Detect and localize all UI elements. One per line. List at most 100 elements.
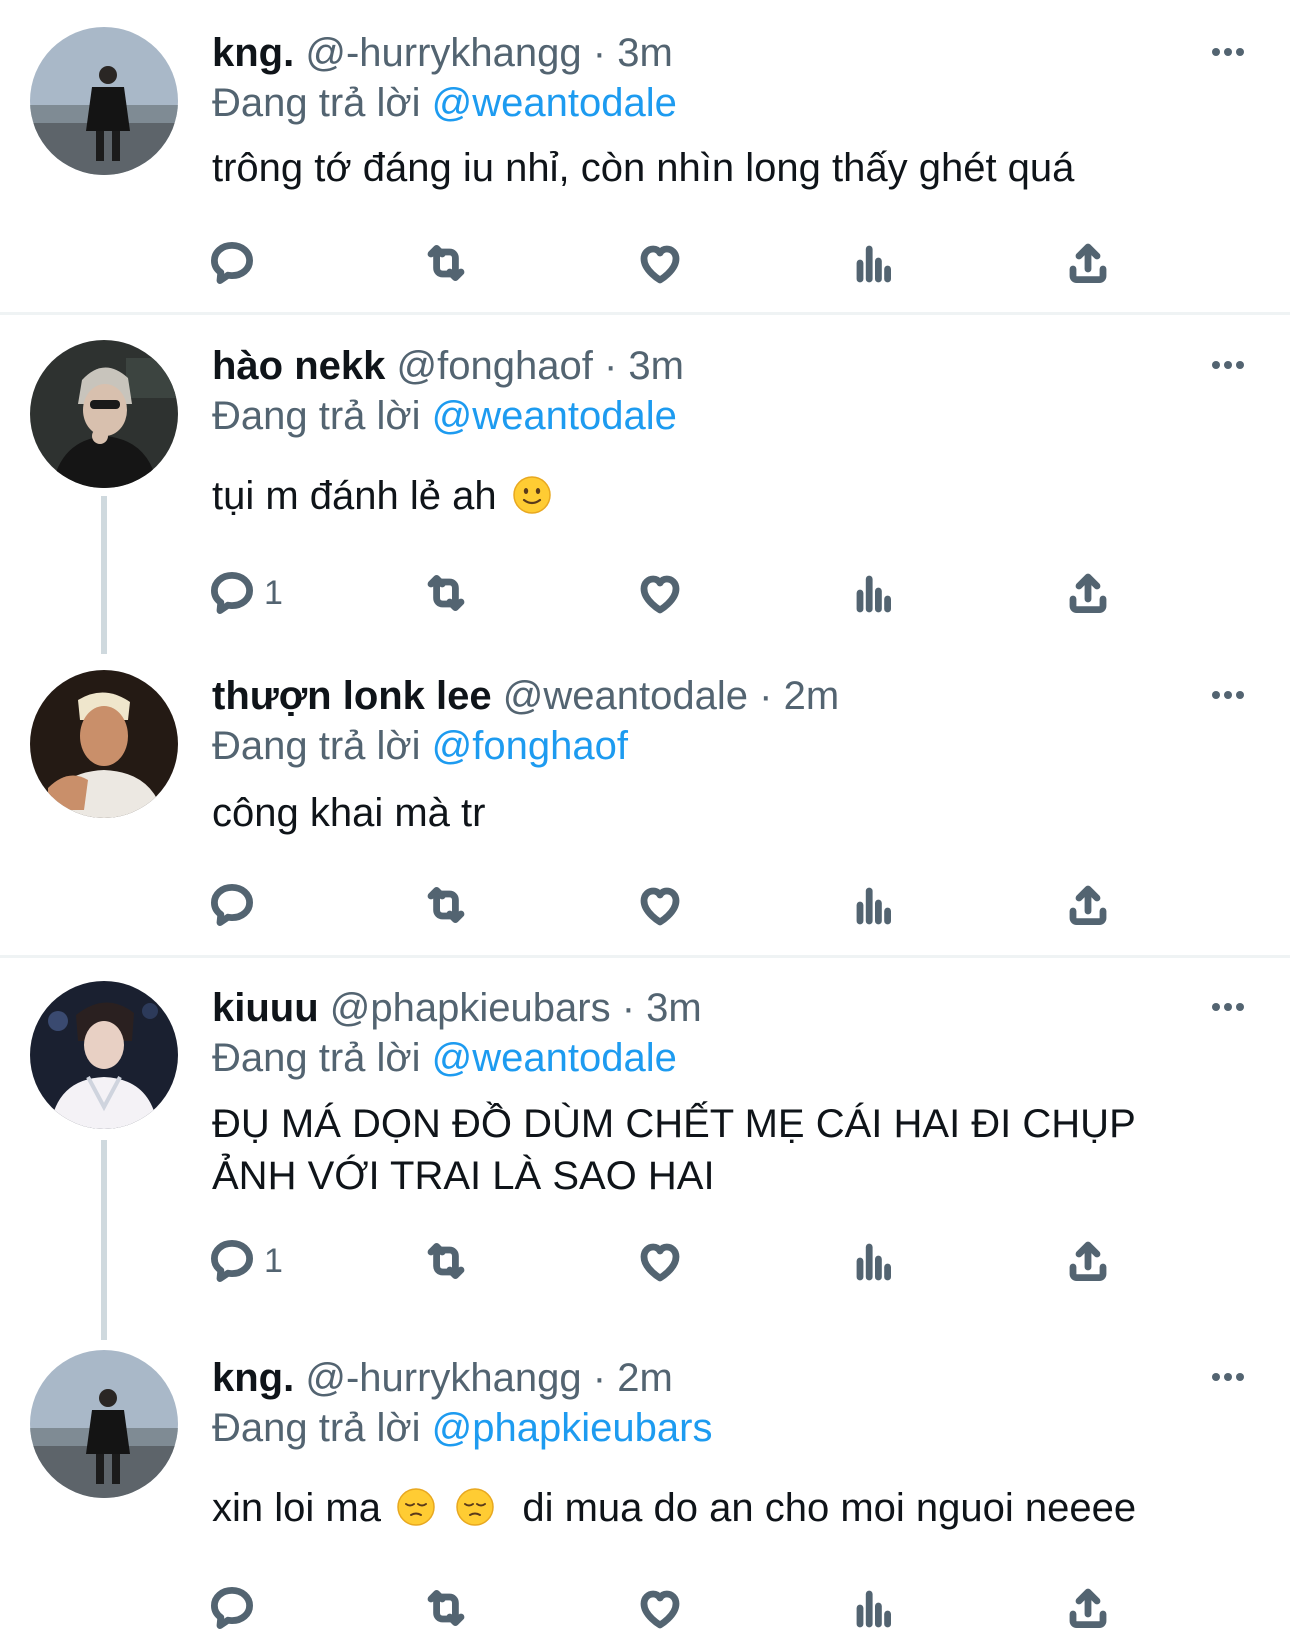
more-icon[interactable] <box>1208 997 1248 1017</box>
timestamp[interactable]: 3m <box>646 986 702 1030</box>
like-button[interactable] <box>636 235 684 291</box>
pensive-face-icon <box>456 1488 494 1526</box>
tweet[interactable]: hào nekk @fonghaof · 3m Đang trả lời @we… <box>0 315 1290 645</box>
views-icon <box>850 569 898 617</box>
reply-button[interactable] <box>208 235 264 291</box>
user-handle[interactable]: @-hurrykhangg <box>305 31 581 75</box>
avatar[interactable] <box>30 27 178 175</box>
user-handle[interactable]: @-hurrykhangg <box>305 1356 581 1400</box>
mention-link[interactable]: @fonghaof <box>432 724 628 768</box>
separator: · <box>759 674 773 718</box>
like-button[interactable] <box>636 565 684 621</box>
replying-to: Đang trả lời @fonghaof <box>212 724 628 768</box>
timestamp[interactable]: 2m <box>784 674 840 718</box>
retweet-icon <box>422 1237 470 1285</box>
share-button[interactable] <box>1064 877 1112 933</box>
retweet-button[interactable] <box>422 565 470 621</box>
more-icon[interactable] <box>1208 355 1248 375</box>
replying-to: Đang trả lời @weantodale <box>212 394 677 438</box>
share-icon <box>1064 1237 1112 1285</box>
mention-link[interactable]: @weantodale <box>432 1036 677 1080</box>
share-button[interactable] <box>1064 1233 1112 1289</box>
retweet-button[interactable] <box>422 1233 470 1289</box>
avatar[interactable] <box>30 981 178 1129</box>
replying-to: Đang trả lời @phapkieubars <box>212 1406 713 1450</box>
timestamp[interactable]: 3m <box>628 344 684 388</box>
display-name[interactable]: kiuuu <box>212 986 319 1030</box>
display-name[interactable]: hào nekk <box>212 344 385 388</box>
retweet-icon <box>422 239 470 287</box>
views-button[interactable] <box>850 235 898 291</box>
more-icon[interactable] <box>1208 685 1248 705</box>
reply-button[interactable] <box>208 877 264 933</box>
like-icon <box>636 1584 684 1632</box>
retweet-button[interactable] <box>422 1580 470 1636</box>
display-name[interactable]: kng. <box>212 31 294 75</box>
avatar[interactable] <box>30 340 178 488</box>
like-icon <box>636 239 684 287</box>
share-icon <box>1064 1584 1112 1632</box>
views-icon <box>850 239 898 287</box>
avatar[interactable] <box>30 1350 178 1498</box>
separator: · <box>603 344 618 388</box>
like-button[interactable] <box>636 1580 684 1636</box>
action-bar <box>208 1580 1128 1636</box>
views-icon <box>850 1584 898 1632</box>
retweet-icon <box>422 1584 470 1632</box>
share-button[interactable] <box>1064 235 1112 291</box>
retweet-button[interactable] <box>422 235 470 291</box>
tweet[interactable]: kiuuu @phapkieubars · 3m Đang trả lời @w… <box>0 958 1290 1330</box>
reply-button[interactable]: 1 <box>208 1233 283 1289</box>
timestamp[interactable]: 2m <box>617 1356 673 1400</box>
user-handle[interactable]: @weantodale <box>503 674 748 718</box>
avatar[interactable] <box>30 670 178 818</box>
share-button[interactable] <box>1064 1580 1112 1636</box>
display-name[interactable]: thượn lonk lee <box>212 674 492 718</box>
share-icon <box>1064 881 1112 929</box>
mention-link[interactable]: @phapkieubars <box>432 1406 713 1450</box>
action-bar <box>208 235 1128 291</box>
share-icon <box>1064 569 1112 617</box>
more-icon[interactable] <box>1208 1367 1248 1387</box>
replying-to: Đang trả lời @weantodale <box>212 1036 677 1080</box>
views-button[interactable] <box>850 877 898 933</box>
replying-to: Đang trả lời @weantodale <box>212 81 677 125</box>
views-button[interactable] <box>850 1580 898 1636</box>
reply-icon <box>208 239 256 287</box>
views-button[interactable] <box>850 1233 898 1289</box>
tweet[interactable]: kng. @-hurrykhangg · 3m Đang trả lời @we… <box>0 0 1290 298</box>
share-icon <box>1064 239 1112 287</box>
slightly-smiling-face-icon <box>513 476 551 514</box>
tweet-text: trông tớ đáng iu nhỉ, còn nhìn long thấy… <box>212 146 1075 190</box>
retweet-button[interactable] <box>422 877 470 933</box>
mention-link[interactable]: @weantodale <box>432 81 677 125</box>
retweet-icon <box>422 569 470 617</box>
share-button[interactable] <box>1064 565 1112 621</box>
like-button[interactable] <box>636 877 684 933</box>
reply-icon <box>208 1584 256 1632</box>
reply-icon <box>208 881 256 929</box>
tweet[interactable]: thượn lonk lee @weantodale · 2m Đang trả… <box>0 645 1290 950</box>
timestamp[interactable]: 3m <box>617 31 673 75</box>
more-icon[interactable] <box>1208 42 1248 62</box>
display-name[interactable]: kng. <box>212 1356 294 1400</box>
reply-button[interactable] <box>208 1580 264 1636</box>
tweet[interactable]: kng. @-hurrykhangg · 2m Đang trả lời @ph… <box>0 1330 1290 1645</box>
mention-link[interactable]: @weantodale <box>432 394 677 438</box>
like-icon <box>636 1237 684 1285</box>
tweet-text: tụi m đánh lẻ ah <box>212 470 1212 522</box>
views-button[interactable] <box>850 565 898 621</box>
retweet-icon <box>422 881 470 929</box>
action-bar: 1 <box>208 565 1128 621</box>
separator: · <box>592 1356 607 1400</box>
user-handle[interactable]: @fonghaof <box>397 344 593 388</box>
separator: · <box>592 31 607 75</box>
reply-count: 1 <box>264 573 283 612</box>
action-bar: 1 <box>208 1233 1128 1289</box>
like-icon <box>636 569 684 617</box>
tweet-text: ĐỤ MÁ DỌN ĐỒ DÙM CHẾT MẸ CÁI HAI ĐI CHỤP… <box>212 1102 1136 1198</box>
user-handle[interactable]: @phapkieubars <box>330 986 611 1030</box>
views-icon <box>850 881 898 929</box>
like-button[interactable] <box>636 1233 684 1289</box>
reply-button[interactable]: 1 <box>208 565 283 621</box>
